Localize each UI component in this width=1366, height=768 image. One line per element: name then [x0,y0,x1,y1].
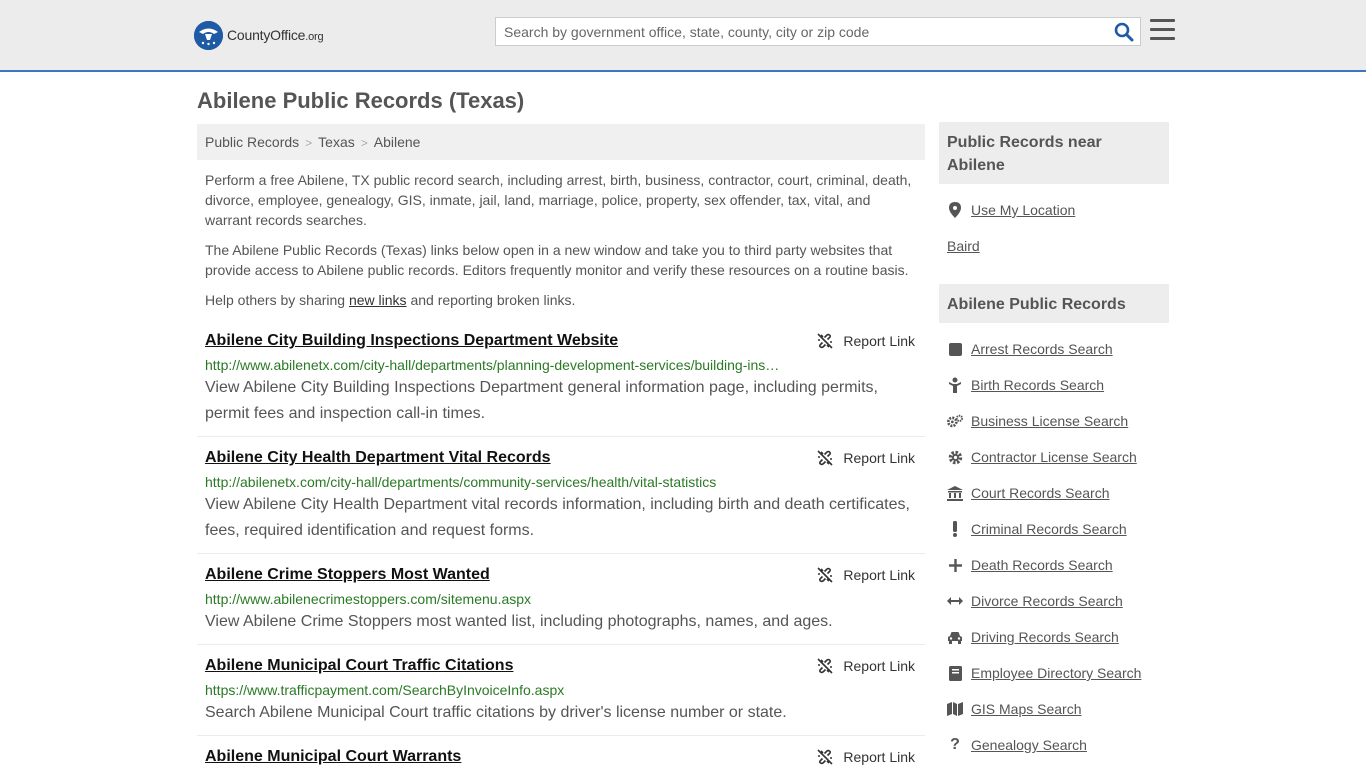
sidebar-item-birth: Birth Records Search [947,375,1104,395]
result-item: Abilene City Building Inspections Depart… [197,331,925,437]
logo-eagle-icon [194,20,223,50]
sidebar-item-gis: GIS Maps Search [947,699,1082,719]
nearby-city-item: Baird [947,236,980,256]
divorce-records-link[interactable]: Divorce Records Search [971,593,1123,609]
broken-link-icon [817,567,833,583]
result-item: Abilene Municipal Court Traffic Citation… [197,656,925,736]
new-links-link[interactable]: new links [349,292,407,308]
result-url: http://www.abilenetx.com/city-hall/depar… [205,357,783,373]
broken-link-icon [817,658,833,674]
driving-records-link[interactable]: Driving Records Search [971,629,1119,645]
exclamation-icon [947,521,963,537]
result-item: Abilene Crime Stoppers Most Wanted Repor… [197,565,925,645]
logo-text: CountyOffice.org [227,27,324,43]
use-my-location-item: Use My Location [947,200,1075,220]
sidebar-item-criminal: Criminal Records Search [947,519,1127,539]
birth-records-link[interactable]: Birth Records Search [971,377,1104,393]
sidebar-item-business: Business License Search [947,411,1128,431]
courthouse-icon [947,485,963,501]
breadcrumb-public-records[interactable]: Public Records [205,134,299,150]
sidebar-item-death: Death Records Search [947,555,1113,575]
map-marker-icon [947,202,963,218]
page-title: Abilene Public Records (Texas) [197,88,525,113]
result-title-link[interactable]: Abilene City Health Department Vital Rec… [205,448,795,468]
sidebar-item-court: Court Records Search [947,483,1110,503]
sidebar-item-arrest: Arrest Records Search [947,339,1113,359]
employee-directory-link[interactable]: Employee Directory Search [971,665,1141,681]
sidebar-item-driving: Driving Records Search [947,627,1119,647]
use-my-location-link[interactable]: Use My Location [971,202,1075,218]
sidebar-item-divorce: Divorce Records Search [947,591,1123,611]
map-icon [947,701,963,717]
question-icon: ? [950,736,960,753]
book-icon [947,665,963,681]
breadcrumb-texas[interactable]: Texas [318,134,355,150]
nearby-records-heading: Public Records near Abilene [939,122,1169,184]
search-input[interactable] [496,18,1106,45]
breadcrumb-abilene[interactable]: Abilene [374,134,421,150]
sidebar-item-employee: Employee Directory Search [947,663,1141,683]
result-description: View Abilene City Health Department vita… [205,496,910,539]
genealogy-link[interactable]: Genealogy Search [971,737,1087,753]
result-item: Abilene City Health Department Vital Rec… [197,448,925,554]
nearby-city-link-baird[interactable]: Baird [947,238,980,254]
criminal-records-link[interactable]: Criminal Records Search [971,521,1127,537]
contractor-license-link[interactable]: Contractor License Search [971,449,1137,465]
intro-paragraph: Perform a free Abilene, TX public record… [205,172,912,228]
square-icon [947,341,963,357]
arrest-records-link[interactable]: Arrest Records Search [971,341,1113,357]
result-url: http://abilenetx.com/city-hall/departmen… [205,474,717,490]
business-license-link[interactable]: Business License Search [971,413,1128,429]
site-header: CountyOffice.org [0,0,1366,72]
gears-icon [947,413,963,429]
site-logo[interactable]: CountyOffice.org [194,20,324,50]
baby-icon [947,377,963,393]
result-description: View Abilene City Building Inspections D… [205,379,878,422]
broken-link-icon [817,450,833,466]
result-url: https://www.trafficpayment.com/SearchByI… [205,682,565,698]
breadcrumb: Public Records > Texas > Abilene [197,124,925,160]
sidebar-item-genealogy: ? Genealogy Search [947,735,1087,755]
sidebar-item-contractor: Contractor License Search [947,447,1137,467]
broken-link-icon [817,333,833,349]
hamburger-menu-icon[interactable] [1150,19,1175,41]
broken-link-icon [817,749,833,765]
result-title-link[interactable]: Abilene Municipal Court Warrants [205,747,795,767]
share-paragraph: Help others by sharing new links and rep… [205,292,576,308]
result-description: View Abilene Crime Stoppers most wanted … [205,613,833,630]
death-records-link[interactable]: Death Records Search [971,557,1113,573]
court-records-link[interactable]: Court Records Search [971,485,1110,501]
result-title-link[interactable]: Abilene Municipal Court Traffic Citation… [205,656,795,676]
report-link-button[interactable]: Report Link [817,656,915,676]
cross-icon [947,557,963,573]
breadcrumb-separator-icon: > [360,136,368,150]
result-item: Abilene Municipal Court Warrants Report … [197,747,925,768]
gear-icon [947,449,963,465]
result-url: http://www.abilenecrimestoppers.com/site… [205,591,532,607]
arrows-horizontal-icon [947,593,963,609]
car-icon [947,629,963,645]
report-link-button[interactable]: Report Link [817,331,915,351]
search-icon [1114,22,1134,42]
report-link-button[interactable]: Report Link [817,747,915,767]
gis-maps-link[interactable]: GIS Maps Search [971,701,1082,717]
records-list-heading: Abilene Public Records [939,284,1169,323]
result-description: Search Abilene Municipal Court traffic c… [205,704,787,721]
report-link-button[interactable]: Report Link [817,565,915,585]
breadcrumb-separator-icon: > [305,136,313,150]
search-button[interactable] [1114,22,1134,42]
report-link-button[interactable]: Report Link [817,448,915,468]
result-title-link[interactable]: Abilene City Building Inspections Depart… [205,331,795,351]
search-box [495,17,1141,46]
disclaimer-paragraph: The Abilene Public Records (Texas) links… [205,242,909,278]
result-title-link[interactable]: Abilene Crime Stoppers Most Wanted [205,565,795,585]
